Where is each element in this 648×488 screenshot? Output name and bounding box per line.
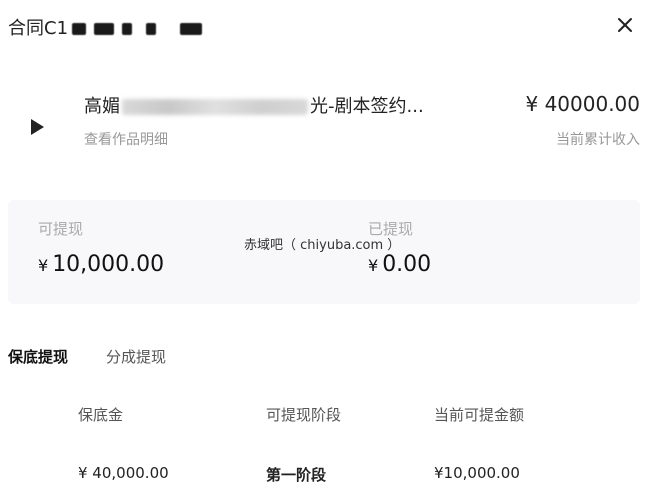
redacted-block	[94, 23, 115, 35]
play-icon[interactable]	[28, 118, 46, 136]
column-header-stage: 可提现阶段	[266, 406, 342, 424]
work-row[interactable]: 高媚 光-剧本签约... 查看作品明细 ¥ 40000.00 当前累计收入	[0, 80, 648, 160]
withdrawn-currency: ¥	[368, 256, 379, 275]
tab-revenue-share-withdrawal[interactable]: 分成提现	[106, 346, 166, 367]
withdrawn-value: ¥0.00	[368, 252, 431, 277]
redacted-title-mask	[122, 99, 308, 115]
dialog-title: 合同C1	[8, 14, 203, 40]
tab-guaranteed-withdrawal[interactable]: 保底提现	[8, 346, 68, 367]
redacted-block	[72, 23, 87, 35]
table-cell-available-amount: ¥10,000.00	[434, 464, 520, 482]
watermark-text: 赤域吧（ chiyuba.com ）	[244, 238, 401, 253]
column-header-available-amount: 当前可提金额	[434, 406, 525, 424]
total-income-label: 当前累计收入	[556, 132, 640, 148]
withdrawable-amount: 10,000.00	[52, 252, 165, 277]
work-title: 高媚 光-剧本签约...	[84, 92, 424, 118]
table-cell-guarantee: ¥ 40,000.00	[78, 464, 169, 482]
redacted-block	[122, 23, 133, 35]
total-income-amount: ¥ 40000.00	[525, 92, 640, 116]
redacted-block	[146, 23, 157, 35]
view-work-detail-link[interactable]: 查看作品明细	[84, 129, 168, 149]
withdrawn-amount: 0.00	[382, 252, 432, 277]
work-title-prefix: 高媚	[84, 96, 120, 117]
close-icon[interactable]	[612, 12, 638, 38]
work-title-suffix: 光-剧本签约...	[310, 96, 424, 117]
withdrawable-currency: ¥	[38, 256, 49, 275]
redacted-block	[180, 23, 203, 35]
column-header-guarantee: 保底金	[78, 406, 124, 424]
withdrawable-value: ¥10,000.00	[38, 252, 164, 277]
dialog-title-text: 合同C1	[8, 18, 69, 39]
withdrawable-label: 可提现	[38, 220, 84, 238]
table-cell-stage: 第一阶段	[266, 466, 327, 484]
contract-dialog: 合同C1 高媚 光-剧本签约... 查看作品明细 ¥ 40000.00 当前累计收…	[0, 0, 648, 488]
